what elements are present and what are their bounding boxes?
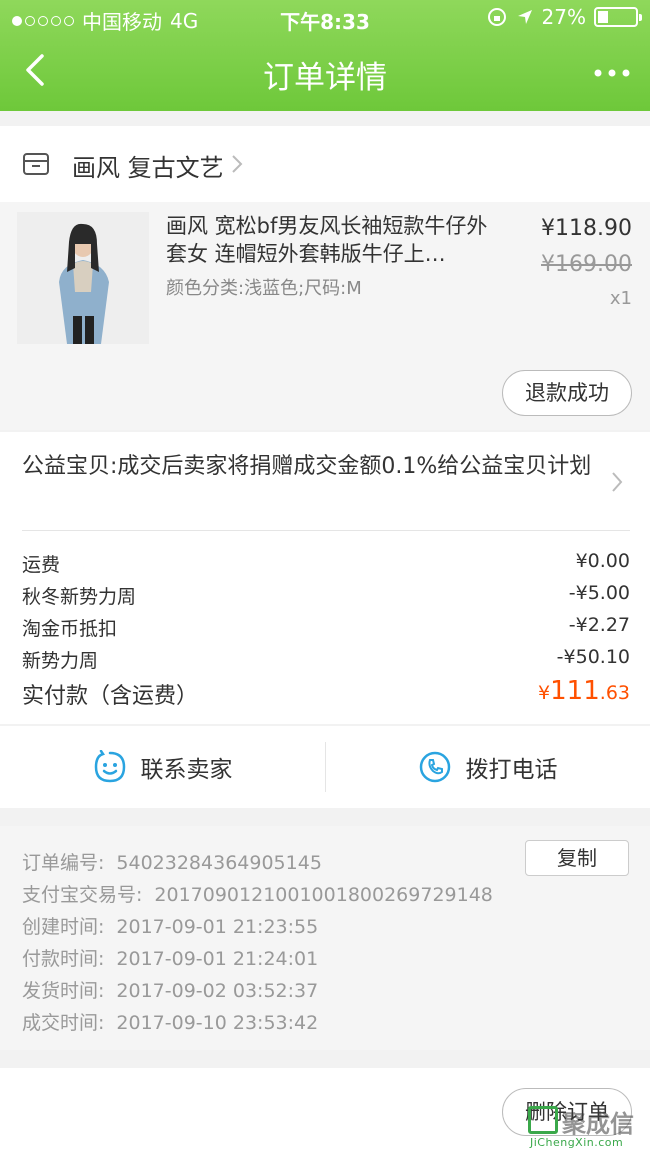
header: 中国移动 4G 下午8:33 27% 订单详情 xyxy=(0,0,650,111)
watermark-logo: 聚成信 JiChengXin.com xyxy=(528,1106,646,1150)
total-label: 实付款（含运费） xyxy=(22,684,199,709)
paid-time-line: 付款时间: 2017-09-01 21:24:01 xyxy=(22,944,318,971)
refund-status-button[interactable]: 退款成功 xyxy=(502,370,632,416)
more-options-icon[interactable] xyxy=(592,58,632,88)
product-title: 画风 宽松bf男友风长袖短款牛仔外套女 连帽短外套韩版牛仔上… xyxy=(166,214,488,266)
contact-seller-label: 联系卖家 xyxy=(140,757,233,783)
charity-notice[interactable]: 公益宝贝:成交后卖家将捐赠成交金额0.1%给公益宝贝计划 xyxy=(22,452,592,482)
fee-value: -¥2.27 xyxy=(568,614,630,636)
location-icon xyxy=(517,10,532,24)
info-value: 2017090121001001800269729148 xyxy=(154,884,493,906)
order-info: 订单编号: 54023284364905145 复制 支付宝交易号: 2017090… xyxy=(0,826,650,1050)
watermark-sub: JiChengXin.com xyxy=(530,1136,624,1149)
page-title: 订单详情 xyxy=(263,60,387,96)
battery-percent: 27% xyxy=(541,5,586,29)
fee-label: 淘金币抵扣 xyxy=(22,618,118,640)
divider xyxy=(22,530,630,531)
info-key: 发货时间: xyxy=(22,980,105,1002)
total-decimal: .63 xyxy=(599,682,630,704)
chevron-right-icon xyxy=(232,155,243,173)
info-value: 54023284364905145 xyxy=(116,852,322,874)
fees-card: 公益宝贝:成交后卖家将捐赠成交金额0.1%给公益宝贝计划 运费 ¥0.00 秋冬… xyxy=(0,432,650,724)
store-icon xyxy=(23,153,49,175)
shop-row[interactable]: 画风 复古文艺 xyxy=(0,126,650,202)
status-bar-right: 27% xyxy=(486,5,642,29)
info-key: 支付宝交易号: xyxy=(22,884,143,906)
fee-value: -¥50.10 xyxy=(556,646,630,668)
product-original-price: ¥169.00 xyxy=(541,252,632,277)
total-row: 实付款（含运费） ¥111.63 xyxy=(22,676,630,712)
total-amount: ¥111.63 xyxy=(538,676,630,706)
watermark-text: 聚成信 xyxy=(562,1110,634,1138)
info-key: 创建时间: xyxy=(22,916,105,938)
product-quantity: x1 xyxy=(609,288,632,309)
info-value: 2017-09-01 21:24:01 xyxy=(116,948,319,970)
product-price: ¥118.90 xyxy=(541,216,632,241)
created-time-line: 创建时间: 2017-09-01 21:23:55 xyxy=(22,912,318,939)
total-currency: ¥ xyxy=(538,682,551,704)
info-value: 2017-09-02 03:52:37 xyxy=(116,980,319,1002)
fee-label: 运费 xyxy=(22,554,61,576)
info-key: 成交时间: xyxy=(22,1012,105,1034)
contact-seller-button[interactable]: 联系卖家 xyxy=(0,726,325,808)
fee-label: 新势力周 xyxy=(22,650,99,672)
product-photo-icon xyxy=(17,212,149,344)
completed-time-line: 成交时间: 2017-09-10 23:53:42 xyxy=(22,1008,318,1035)
shipped-time-line: 发货时间: 2017-09-02 03:52:37 xyxy=(22,976,318,1003)
battery-icon xyxy=(594,7,642,27)
info-value: 2017-09-01 21:23:55 xyxy=(116,916,319,938)
chat-smiley-icon xyxy=(94,750,125,783)
fee-value: -¥5.00 xyxy=(568,582,630,604)
call-phone-label: 拨打电话 xyxy=(465,757,558,783)
status-bar: 中国移动 4G 下午8:33 27% xyxy=(0,0,650,36)
phone-icon xyxy=(419,751,450,783)
product-sku: 颜色分类:浅蓝色;尺码:M xyxy=(166,278,362,299)
fee-label: 秋冬新势力周 xyxy=(22,586,137,608)
chevron-right-icon xyxy=(612,472,623,492)
fee-row: 新势力周 -¥50.10 xyxy=(22,646,630,676)
rotation-lock-icon xyxy=(487,8,506,26)
product-item[interactable]: 画风 宽松bf男友风长袖短款牛仔外套女 连帽短外套韩版牛仔上… 颜色分类:浅蓝色… xyxy=(0,202,650,430)
fee-row: 运费 ¥0.00 xyxy=(22,550,630,580)
info-value: 2017-09-10 23:53:42 xyxy=(116,1012,319,1034)
total-integer: 111 xyxy=(550,676,600,706)
fee-row: 淘金币抵扣 -¥2.27 xyxy=(22,614,630,644)
info-key: 订单编号: xyxy=(22,852,105,874)
copy-button[interactable]: 复制 xyxy=(525,840,629,876)
alipay-trade-line: 支付宝交易号: 2017090121001001800269729148 xyxy=(22,880,493,907)
contact-bar: 联系卖家 拨打电话 xyxy=(0,726,650,808)
fee-value: ¥0.00 xyxy=(575,550,630,572)
fee-row: 秋冬新势力周 -¥5.00 xyxy=(22,582,630,612)
product-image[interactable] xyxy=(17,212,149,344)
shop-name: 画风 复古文艺 xyxy=(72,154,224,182)
watermark-icon xyxy=(528,1106,558,1134)
order-number-line: 订单编号: 54023284364905145 xyxy=(22,848,322,875)
call-phone-button[interactable]: 拨打电话 xyxy=(325,726,650,808)
info-key: 付款时间: xyxy=(22,948,105,970)
